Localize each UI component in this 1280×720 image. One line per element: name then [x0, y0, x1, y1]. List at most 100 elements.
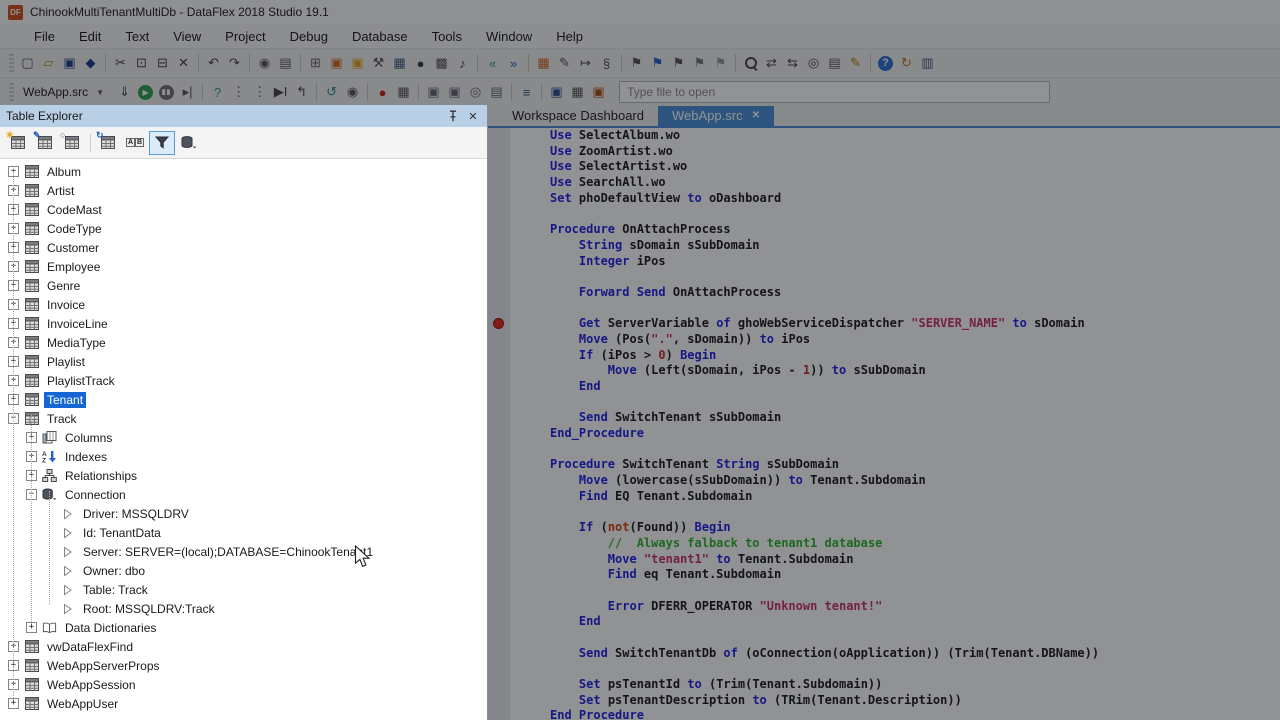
active-source-combo[interactable]: WebApp.src▼: [17, 83, 110, 101]
debug-help-icon[interactable]: ?: [207, 82, 228, 103]
tree-item-root-mssqldrv-track[interactable]: Root: MSSQLDRV:Track: [0, 599, 487, 618]
menu-project[interactable]: Project: [213, 24, 277, 48]
copy-icon[interactable]: ⊡: [131, 53, 152, 74]
breakpoint-gutter[interactable]: [488, 395, 510, 411]
redo-icon[interactable]: ↷: [224, 53, 245, 74]
breakpoint-gutter[interactable]: [488, 128, 510, 144]
database-explorer-icon[interactable]: ▩: [431, 53, 452, 74]
tree-item-codemast[interactable]: +CodeMast: [0, 200, 487, 219]
tree-item-track[interactable]: −Track: [0, 409, 487, 428]
breakpoint-gutter[interactable]: [488, 159, 510, 175]
breakpoint-gutter[interactable]: [488, 661, 510, 677]
bookmark-set-icon[interactable]: ⚑: [647, 53, 668, 74]
bookmark-toggle-icon[interactable]: ⚑: [710, 53, 731, 74]
table-edit-button[interactable]: ✎: [32, 131, 58, 155]
breakpoint-gutter[interactable]: [488, 536, 510, 552]
tree-item-connection[interactable]: −Connection: [0, 485, 487, 504]
tree-item-vwdataflexfind[interactable]: +vwDataFlexFind: [0, 637, 487, 656]
open-file-input[interactable]: [619, 81, 1050, 103]
breakpoint-gutter[interactable]: [488, 363, 510, 379]
column-layout-icon[interactable]: ▥: [917, 53, 938, 74]
breakpoint-icon[interactable]: [493, 318, 504, 329]
breakpoint-gutter[interactable]: [488, 348, 510, 364]
bookmark-next-icon[interactable]: ⚑: [668, 53, 689, 74]
code-explorer-icon[interactable]: ⚒: [368, 53, 389, 74]
sync-client-icon[interactable]: «: [482, 53, 503, 74]
schedule-icon[interactable]: ▦: [533, 53, 554, 74]
tab-close-icon[interactable]: ✕: [752, 110, 760, 121]
breakpoint-gutter[interactable]: [488, 144, 510, 160]
breakpoint-gutter[interactable]: [488, 583, 510, 599]
print-icon[interactable]: ▤: [275, 53, 296, 74]
breakpoint-gutter[interactable]: [488, 646, 510, 662]
tree-item-codetype[interactable]: +CodeType: [0, 219, 487, 238]
breakpoint-gutter[interactable]: [488, 175, 510, 191]
run-icon[interactable]: ▶: [135, 82, 156, 103]
save-all-icon[interactable]: ◆: [80, 53, 101, 74]
call-stack-icon[interactable]: ▤: [486, 82, 507, 103]
find-next-icon[interactable]: ⇆: [782, 53, 803, 74]
sort-alphabetical-button[interactable]: AB: [122, 131, 148, 155]
breakpoint-gutter[interactable]: [488, 457, 510, 473]
find-definition-icon[interactable]: ●: [410, 53, 431, 74]
menu-help[interactable]: Help: [544, 24, 595, 48]
menu-edit[interactable]: Edit: [67, 24, 113, 48]
menu-window[interactable]: Window: [474, 24, 544, 48]
autos-icon[interactable]: ◎: [465, 82, 486, 103]
menu-debug[interactable]: Debug: [278, 24, 340, 48]
table-new-button[interactable]: ✳: [5, 131, 31, 155]
delete-icon[interactable]: ✕: [173, 53, 194, 74]
find-in-files-icon[interactable]: ◎: [803, 53, 824, 74]
breakpoint-gutter[interactable]: [488, 677, 510, 693]
run-without-debug-icon[interactable]: ▸|: [177, 82, 198, 103]
breakpoint-gutter[interactable]: [488, 489, 510, 505]
restart-icon[interactable]: ↺: [321, 82, 342, 103]
breakpoint-gutter[interactable]: [488, 552, 510, 568]
code-editor[interactable]: Workspace Dashboard WebApp.src ✕ Use Sel…: [488, 105, 1280, 720]
locals-icon[interactable]: ▣: [444, 82, 465, 103]
breakpoint-gutter[interactable]: [488, 708, 510, 720]
replace-icon[interactable]: ⇄: [761, 53, 782, 74]
find-icon[interactable]: [740, 53, 761, 74]
stop-debug-icon[interactable]: ◉: [342, 82, 363, 103]
pin-icon[interactable]: [445, 108, 461, 124]
cut-icon[interactable]: ✂: [110, 53, 131, 74]
menu-view[interactable]: View: [161, 24, 213, 48]
copy-component-icon[interactable]: ⊞: [305, 53, 326, 74]
source-notes-icon[interactable]: ♪: [452, 53, 473, 74]
tree-item-mediatype[interactable]: +MediaType: [0, 333, 487, 352]
breakpoint-gutter[interactable]: [488, 191, 510, 207]
breakpoint-gutter[interactable]: [488, 379, 510, 395]
tree-item-playlisttrack[interactable]: +PlaylistTrack: [0, 371, 487, 390]
tree-item-driver-mssqldrv[interactable]: Driver: MSSQLDRV: [0, 504, 487, 523]
close-icon[interactable]: ✕: [465, 108, 481, 124]
watches-icon[interactable]: ▣: [423, 82, 444, 103]
breakpoint-gutter[interactable]: [488, 285, 510, 301]
breakpoint-gutter[interactable]: [488, 410, 510, 426]
webapp-run-icon[interactable]: ▣: [588, 82, 609, 103]
breakpoint-gutter[interactable]: [488, 254, 510, 270]
paste-icon[interactable]: ⊟: [152, 53, 173, 74]
filter-button[interactable]: [149, 131, 175, 155]
tree-item-indexes[interactable]: +AZIndexes: [0, 447, 487, 466]
tree-item-relationships[interactable]: +Relationships: [0, 466, 487, 485]
new-file-icon[interactable]: ▢: [17, 53, 38, 74]
webapp-groups-icon[interactable]: ▦: [567, 82, 588, 103]
tree-item-id-tenantdata[interactable]: Id: TenantData: [0, 523, 487, 542]
pause-icon[interactable]: ▮▮: [156, 82, 177, 103]
breakpoints-window-icon[interactable]: ▦: [393, 82, 414, 103]
export-icon[interactable]: ↦: [575, 53, 596, 74]
undo-icon[interactable]: ↶: [203, 53, 224, 74]
tree-item-owner-dbo[interactable]: Owner: dbo: [0, 561, 487, 580]
source-code-area[interactable]: Use SelectAlbum.woUse ZoomArtist.woUse S…: [488, 128, 1280, 720]
breakpoint-gutter[interactable]: [488, 505, 510, 521]
save-icon[interactable]: ▣: [59, 53, 80, 74]
refresh-help-icon[interactable]: ↻: [896, 53, 917, 74]
menu-text[interactable]: Text: [113, 24, 161, 48]
connection-selector-button[interactable]: [176, 131, 202, 155]
tree-item-invoice[interactable]: +Invoice: [0, 295, 487, 314]
breakpoint-gutter[interactable]: [488, 599, 510, 615]
record-macro-icon[interactable]: ◉: [254, 53, 275, 74]
table-open-button[interactable]: ○: [59, 131, 85, 155]
breakpoint-gutter[interactable]: [488, 614, 510, 630]
